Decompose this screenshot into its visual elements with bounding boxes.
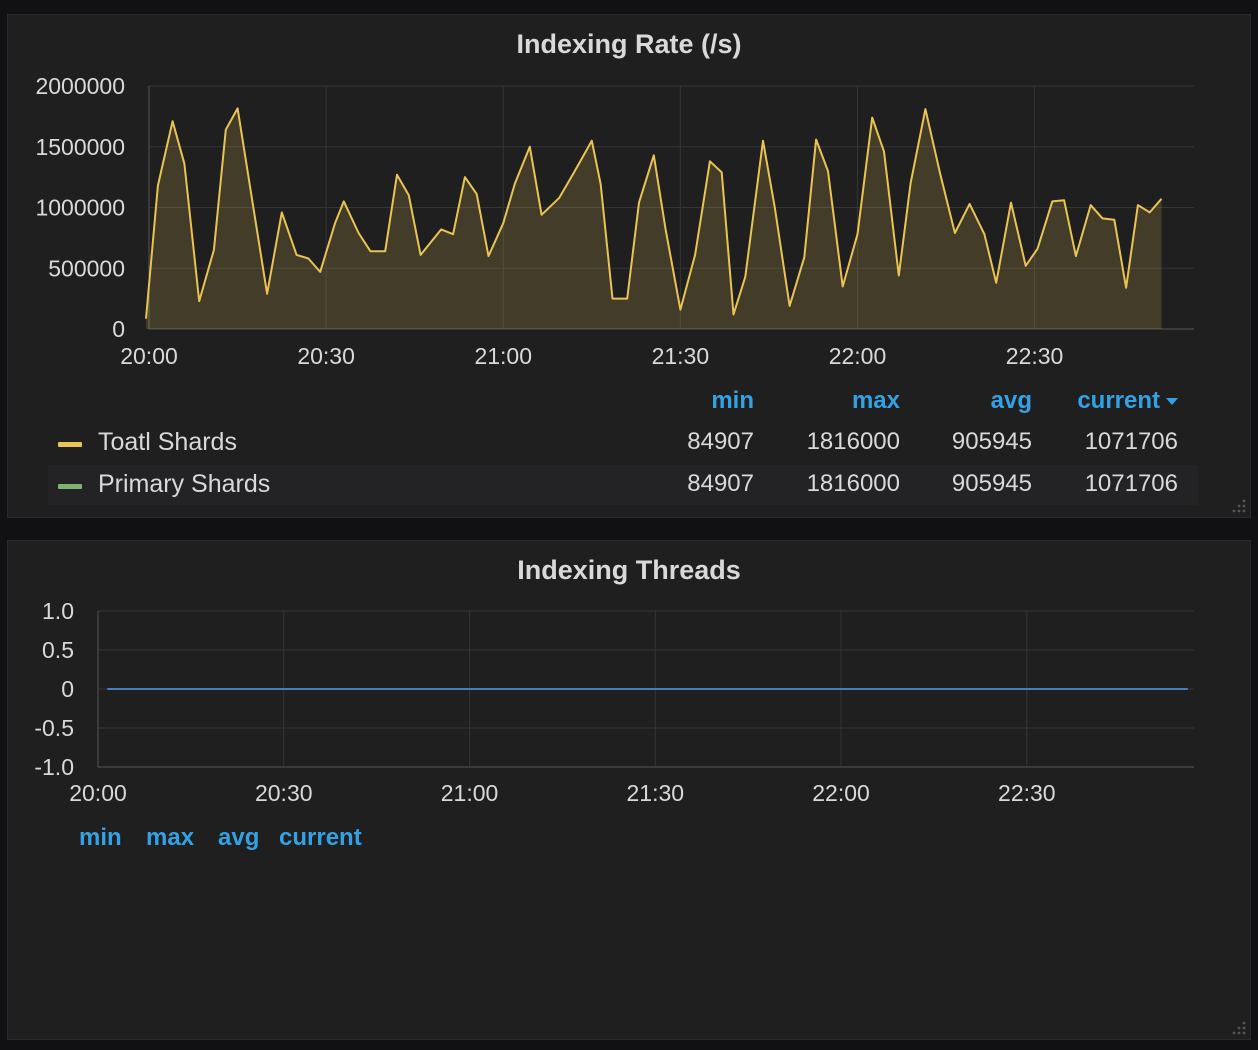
legend-header-current[interactable]: current (279, 824, 362, 852)
y-tick-label: 1000000 (35, 195, 125, 221)
x-tick-label: 22:30 (1006, 343, 1064, 369)
series-max-value: 1816000 (806, 428, 900, 455)
y-tick-label: -0.5 (34, 715, 74, 741)
series-max-value: 1816000 (806, 470, 900, 497)
legend-row[interactable]: Primary Shards 84907 1816000 905945 1071… (48, 465, 1198, 505)
x-tick-label: 22:30 (998, 780, 1056, 806)
legend-header-avg[interactable]: avg (218, 824, 259, 852)
series-avg-value: 905945 (951, 470, 1032, 497)
legend-header-min[interactable]: min (79, 824, 122, 852)
x-tick-label: 21:30 (652, 343, 710, 369)
series-min-value: 84907 (687, 470, 754, 497)
legend-header-max[interactable]: max (808, 387, 900, 415)
series-avg-value: 905945 (951, 428, 1032, 455)
x-tick-label: 21:00 (441, 780, 499, 806)
x-tick-label: 22:00 (829, 343, 887, 369)
indexing-rate-panel: Indexing Rate (/s) 0 500000 1000000 1500000… (7, 14, 1251, 518)
x-tick-label: 21:30 (627, 780, 685, 806)
y-tick-label: 500000 (48, 255, 125, 281)
resize-handle-icon[interactable] (1232, 499, 1246, 513)
series-name[interactable]: Toatl Shards (98, 428, 237, 457)
x-tick-label: 20:30 (255, 780, 313, 806)
legend-row[interactable]: Toatl Shards 84907 1816000 905945 107170… (48, 423, 1198, 463)
y-tick-label: 2000000 (35, 73, 125, 99)
y-tick-label: 1.0 (42, 598, 74, 624)
series-color-swatch[interactable] (58, 484, 82, 489)
y-tick-label: 0 (112, 316, 125, 342)
series-min-value: 84907 (687, 428, 754, 455)
y-tick-label: 0 (61, 676, 74, 702)
series-area-fill (146, 108, 1162, 330)
x-tick-label: 20:00 (120, 343, 178, 369)
series-name[interactable]: Primary Shards (98, 470, 270, 499)
x-tick-label: 20:00 (69, 780, 127, 806)
indexing-threads-panel: Indexing Threads 1.0 0.5 0 -0.5 -1.0 20:00 20:… (7, 540, 1251, 1040)
y-tick-label: 1500000 (35, 134, 125, 160)
legend-header-avg[interactable]: avg (948, 387, 1032, 415)
legend-header-current[interactable]: current (1048, 387, 1178, 415)
series-color-swatch[interactable] (58, 442, 82, 447)
series-current-value: 1071706 (1084, 428, 1178, 455)
x-tick-label: 22:00 (812, 780, 870, 806)
x-tick-label: 21:00 (474, 343, 532, 369)
legend-header-current-label: current (1077, 387, 1160, 414)
x-tick-label: 20:30 (297, 343, 355, 369)
series-current-value: 1071706 (1084, 470, 1178, 497)
legend-header-min[interactable]: min (688, 387, 754, 415)
y-tick-label: 0.5 (42, 637, 74, 663)
indexing-threads-chart: 1.0 0.5 0 -0.5 -1.020:00 20:30 21:00 21:30 22:00… (34, 598, 1194, 806)
sort-desc-icon (1166, 398, 1178, 406)
indexing-rate-chart: 0 500000 1000000 1500000 2000000 20:00 20:30 21… (35, 73, 1194, 369)
y-tick-label: -1.0 (34, 754, 74, 780)
resize-handle-icon[interactable] (1232, 1021, 1246, 1035)
legend-header-max[interactable]: max (146, 824, 194, 852)
